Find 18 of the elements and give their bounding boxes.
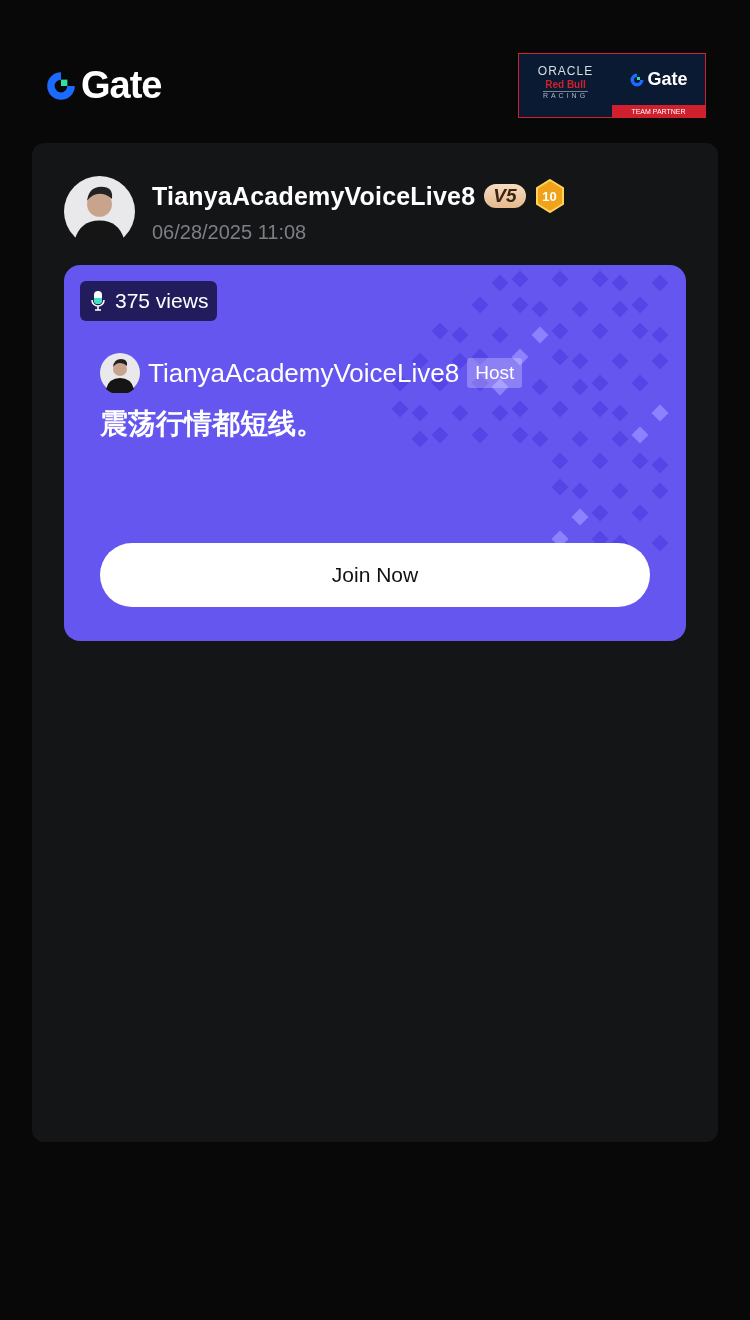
logo-text: Gate — [81, 64, 162, 107]
join-now-button[interactable]: Join Now — [100, 543, 650, 607]
partner-brand: Gate — [647, 69, 688, 90]
views-chip: 375 views — [80, 281, 218, 321]
microphone-icon — [91, 291, 105, 311]
partner-text: ORACLE — [537, 63, 594, 78]
author-name[interactable]: TianyaAcademyVoiceLive8 — [152, 181, 476, 211]
live-title: 震荡行情都短线。 — [100, 407, 325, 441]
live-room-card[interactable]: 375 views TianyaAcademyVoiceLive8 Host 震荡行情都短线。 Join Now — [64, 265, 686, 641]
avatar — [100, 353, 140, 393]
avatar — [64, 176, 135, 247]
post-date: 06/28/2025 11:08 — [152, 221, 308, 244]
level-badge: 10 — [534, 179, 565, 213]
gate-logo-icon — [629, 71, 646, 88]
host-tag: Host — [467, 358, 523, 388]
partner-text: Red Bull — [545, 78, 586, 90]
host-name: TianyaAcademyVoiceLive8 — [148, 357, 460, 389]
vip-badge: V5 — [484, 184, 526, 208]
